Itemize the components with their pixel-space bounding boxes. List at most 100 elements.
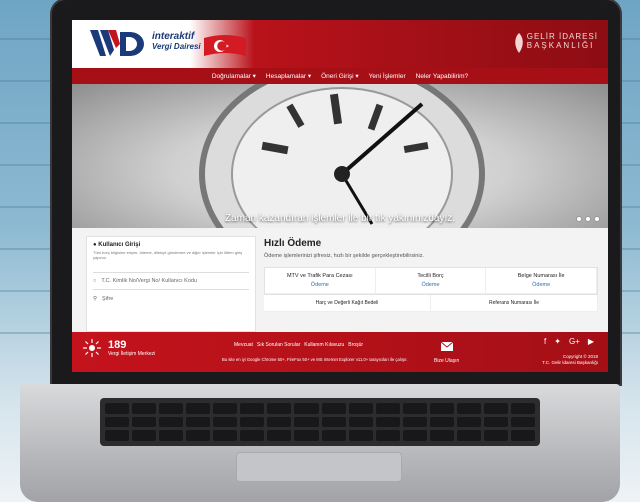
keyboard-key	[186, 403, 211, 414]
hero-slider[interactable]: Zaman kazandıran işlemler ile bir tık ya…	[72, 84, 608, 228]
keyboard-key	[429, 430, 454, 441]
keyboard-key	[402, 430, 427, 441]
login-description: Tüm borç bilgisine erişim, ödeme, dilekç…	[93, 250, 243, 260]
quick-payment-subtitle: Ödeme işlemlerinizi şifresiz, hızlı bir …	[264, 253, 424, 259]
keyboard-key	[429, 403, 454, 414]
nav-item-dogrulamalar[interactable]: Doğrulamalar ▾	[212, 72, 256, 80]
keyboard-key	[510, 403, 535, 414]
keyboard-key	[375, 430, 400, 441]
nav-item-oneri-girisi[interactable]: Öneri Girişi ▾	[321, 72, 359, 80]
payment-option-link[interactable]: Ödeme	[378, 282, 484, 288]
slider-dot[interactable]	[594, 216, 600, 222]
phone-support-icon	[83, 339, 101, 357]
copyright: Copyright © 2018 T.C. Gelir İdaresi Başk…	[542, 354, 598, 366]
keyboard-key	[348, 403, 373, 414]
call-center[interactable]: 189 Vergi İletişim Merkezi	[82, 338, 155, 358]
keyboard-key	[456, 416, 481, 428]
keyboard-key	[348, 416, 373, 428]
keyboard-key	[402, 403, 427, 414]
keyboard-key	[105, 416, 130, 428]
nav-item-hesaplamalar[interactable]: Hesaplamalar ▾	[266, 72, 311, 80]
twitter-icon[interactable]: ✦	[554, 337, 561, 346]
login-title-text: Kullanıcı Girişi	[98, 242, 141, 248]
logo-title: interaktif	[152, 31, 195, 42]
footer-link-brosur[interactable]: Broşür	[348, 342, 363, 348]
keyboard-key	[213, 416, 238, 428]
gib-name-line2: BAŞKANLIĞI	[526, 41, 595, 50]
footer-links: Mevzuat Sık Sorulan Sorular Kullanım Kıl…	[234, 342, 363, 348]
keyboard-key	[456, 430, 481, 441]
call-center-label: Vergi İletişim Merkezi	[108, 351, 156, 357]
keyboard-key	[483, 430, 508, 441]
keyboard-key	[267, 416, 292, 428]
keyboard-key	[321, 430, 346, 441]
payment-option-link[interactable]: Ödeme	[488, 282, 594, 288]
user-icon: ●	[93, 242, 97, 248]
youtube-icon[interactable]: ▶	[588, 337, 594, 346]
keyboard-key	[240, 416, 265, 428]
keyboard-key	[402, 416, 427, 428]
key-icon: ⚲	[93, 296, 98, 302]
footer-link-mevzuat[interactable]: Mevzuat	[234, 342, 253, 348]
contact-us[interactable]: Bize Ulaşın	[434, 338, 459, 364]
payment-option-belge-numarasi[interactable]: Belge Numarası İle Ödeme	[486, 268, 597, 294]
slider-dots	[576, 216, 600, 222]
login-panel: ● Kullanıcı Girişi Tüm borç bilgisine er…	[86, 236, 256, 332]
keyboard-key	[186, 430, 211, 441]
browser-note: Bu site en iyi Google Chrome 50+, FireFo…	[222, 357, 408, 362]
keyboard-key	[510, 430, 535, 441]
keyboard-key	[132, 430, 157, 441]
payment-option-tecilli-borc[interactable]: Tecilli Borç Ödeme	[375, 268, 487, 294]
keyboard-key	[213, 430, 238, 441]
payment-option-name: Referans Numarası İle	[488, 300, 540, 306]
nav-item-neler-yapabilirim[interactable]: Neler Yapabilirim?	[416, 73, 469, 80]
keyboard-key	[267, 403, 292, 414]
tc-id-placeholder: T.C. Kimlik No/Vergi No/ Kullanıcı Kodu	[101, 278, 198, 284]
nav-item-yeni-islemler[interactable]: Yeni İşlemler	[369, 73, 406, 80]
keyboard-key	[375, 416, 400, 428]
facebook-icon[interactable]: f	[544, 337, 546, 346]
footer-link-sss[interactable]: Sık Sorulan Sorular	[257, 342, 300, 348]
google-plus-icon[interactable]: G+	[569, 337, 580, 346]
login-title: ● Kullanıcı Girişi	[93, 242, 249, 248]
footer-link-kilavuz[interactable]: Kullanım Kılavuzu	[304, 342, 344, 348]
slider-dot[interactable]	[585, 216, 591, 222]
keyboard-key	[375, 403, 400, 414]
person-icon: ○	[93, 278, 97, 284]
payment-option-harc[interactable]: Harç ve Değerli Kağıt Bedeli	[264, 295, 431, 312]
quick-payment: Hızlı Ödeme Ödeme işlemlerinizi şifresiz…	[264, 238, 598, 312]
keyboard-key	[510, 416, 535, 428]
keyboard-key	[132, 403, 157, 414]
browser-screen: interaktif Vergi Dairesi GELİR İDARESİ B…	[72, 20, 608, 372]
payment-option-name: Tecilli Borç	[417, 273, 444, 279]
gib-logo[interactable]: GELİR İDARESİ BAŞKANLIĞI	[515, 32, 598, 53]
payment-option-referans[interactable]: Referans Numarası İle	[431, 295, 598, 312]
quick-payment-grid-row2: Harç ve Değerli Kağıt Bedeli Referans Nu…	[264, 295, 598, 312]
hero-caption: Zaman kazandıran işlemler ile bir tık ya…	[224, 213, 456, 224]
slider-dot[interactable]	[576, 216, 582, 222]
password-input[interactable]: ⚲ Şifre	[93, 296, 249, 302]
payment-option-link[interactable]: Ödeme	[267, 282, 373, 288]
site-footer: 189 Vergi İletişim Merkezi Mevzuat Sık S…	[72, 332, 608, 372]
trackpad	[236, 452, 402, 482]
keyboard-key	[483, 403, 508, 414]
site-header: interaktif Vergi Dairesi GELİR İDARESİ B…	[72, 20, 608, 68]
keyboard-key	[240, 403, 265, 414]
quick-payment-grid: MTV ve Trafik Para Cezası Ödeme Tecilli …	[264, 267, 598, 295]
ivd-logo-icon[interactable]	[90, 28, 148, 60]
contact-us-label: Bize Ulaşın	[434, 358, 460, 364]
copyright-line2: T.C. Gelir İdaresi Başkanlığı	[542, 360, 598, 365]
keyboard-key	[294, 403, 319, 414]
envelope-icon	[440, 341, 453, 351]
turkish-flag-icon	[204, 35, 246, 56]
payment-option-name: Belge Numarası İle	[517, 273, 565, 279]
tc-id-input[interactable]: ○ T.C. Kimlik No/Vergi No/ Kullanıcı Kod…	[93, 272, 249, 290]
logo-text: interaktif Vergi Dairesi	[152, 32, 201, 52]
keyboard-key	[321, 403, 346, 414]
payment-option-mtv[interactable]: MTV ve Trafik Para Cezası Ödeme	[265, 268, 376, 294]
keyboard-key	[321, 416, 346, 428]
keyboard-key	[159, 430, 184, 441]
keyboard-key	[267, 430, 292, 441]
gib-name-line1: GELİR İDARESİ	[526, 32, 598, 41]
keyboard-key	[159, 403, 184, 414]
